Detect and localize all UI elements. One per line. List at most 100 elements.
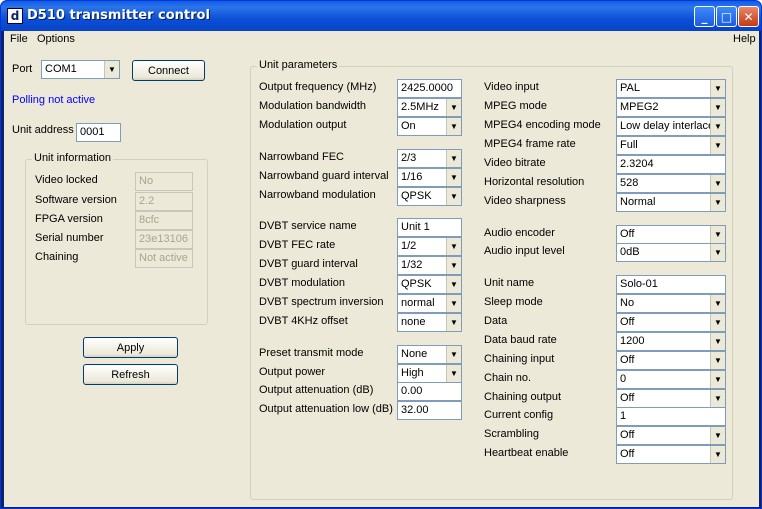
dropdown-dvbt-modulation[interactable]: QPSK ▼: [397, 275, 462, 294]
chevron-down-icon: ▼: [710, 194, 725, 211]
param-label-unit-name: Unit name: [484, 277, 535, 289]
chevron-down-icon: ▼: [446, 118, 461, 135]
param-label-audio-input-level: Audio input level: [484, 245, 565, 257]
param-label-modulation-output: Modulation output: [259, 119, 347, 131]
dropdown-chaining-output[interactable]: Off ▼: [616, 389, 726, 408]
param-value-video-sharpness: Normal: [620, 196, 656, 208]
refresh-button[interactable]: Refresh: [83, 364, 178, 385]
dropdown-dvbt-fec-rate[interactable]: 1/2 ▼: [397, 237, 462, 256]
chevron-down-icon: ▼: [710, 118, 725, 135]
param-label-dvbt-fec-rate: DVBT FEC rate: [259, 239, 336, 251]
dropdown-mpeg-mode[interactable]: MPEG2 ▼: [616, 98, 726, 117]
dropdown-chain-no[interactable]: 0 ▼: [616, 370, 726, 389]
client-area: File Options Help Port COM1 ▼ Connect Po…: [4, 31, 759, 507]
info-value-serial-number: 23e13106: [135, 230, 193, 249]
param-value-mpeg4-encoding-mode: Low delay interlace: [620, 120, 715, 132]
chevron-down-icon: ▼: [710, 390, 725, 407]
dropdown-modulation-output[interactable]: On ▼: [397, 117, 462, 136]
dropdown-horizontal-resolution[interactable]: 528 ▼: [616, 174, 726, 193]
dropdown-sleep-mode[interactable]: No ▼: [616, 294, 726, 313]
chevron-down-icon: ▼: [710, 371, 725, 388]
dropdown-audio-encoder[interactable]: Off ▼: [616, 225, 726, 244]
param-value-audio-input-level: 0dB: [620, 246, 640, 258]
dropdown-audio-input-level[interactable]: 0dB ▼: [616, 243, 726, 262]
dropdown-output-power[interactable]: High ▼: [397, 364, 462, 383]
param-value-chaining-input: Off: [620, 354, 635, 366]
param-value-audio-encoder: Off: [620, 228, 635, 240]
dropdown-chaining-input[interactable]: Off ▼: [616, 351, 726, 370]
param-value-narrowband-guard-interval: 1/16: [401, 171, 423, 183]
apply-button[interactable]: Apply: [83, 337, 178, 358]
param-value-video-input: PAL: [620, 82, 640, 94]
chevron-down-icon: ▼: [710, 244, 725, 261]
input-video-bitrate[interactable]: 2.3204: [616, 155, 726, 174]
menu-options[interactable]: Options: [37, 33, 75, 45]
unit-information-title: Unit information: [32, 152, 114, 164]
minimize-button[interactable]: _: [694, 6, 715, 27]
input-dvbt-service-name[interactable]: Unit 1: [397, 218, 462, 237]
param-label-chaining-output: Chaining output: [484, 391, 562, 403]
param-label-data-baud-rate: Data baud rate: [484, 334, 557, 346]
param-label-current-config: Current config: [484, 409, 554, 421]
param-value-horizontal-resolution: 528: [620, 177, 639, 189]
unit-parameters-title: Unit parameters: [257, 59, 340, 71]
dropdown-narrowband-guard-interval[interactable]: 1/16 ▼: [397, 168, 462, 187]
param-label-dvbt-service-name: DVBT service name: [259, 220, 357, 232]
dropdown-dvbt-spectrum-inversion[interactable]: normal ▼: [397, 294, 462, 313]
param-value-current-config: 1: [620, 410, 627, 422]
input-current-config[interactable]: 1: [616, 407, 726, 426]
menu-file[interactable]: File: [10, 33, 28, 45]
menu-help[interactable]: Help: [733, 33, 756, 45]
chevron-down-icon: ▼: [446, 238, 461, 255]
port-dropdown[interactable]: COM1 ▼: [41, 60, 120, 79]
input-output-frequency-mhz[interactable]: 2425.0000: [397, 79, 462, 98]
dropdown-data[interactable]: Off ▼: [616, 313, 726, 332]
connect-button[interactable]: Connect: [132, 60, 205, 81]
title-bar[interactable]: d D510 transmitter control _ □ ✕: [1, 1, 761, 31]
param-label-dvbt-guard-interval: DVBT guard interval: [259, 258, 358, 270]
info-label-chaining: Chaining: [35, 251, 79, 263]
input-output-attenuation-db[interactable]: 0.00: [397, 382, 462, 401]
param-value-modulation-bandwidth: 2.5MHz: [401, 101, 439, 113]
chevron-down-icon: ▼: [710, 80, 725, 97]
param-value-mpeg4-frame-rate: Full: [620, 139, 638, 151]
dropdown-video-input[interactable]: PAL ▼: [616, 79, 726, 98]
chevron-down-icon: ▼: [710, 314, 725, 331]
dropdown-video-sharpness[interactable]: Normal ▼: [616, 193, 726, 212]
dropdown-narrowband-fec[interactable]: 2/3 ▼: [397, 149, 462, 168]
param-value-unit-name: Solo-01: [620, 278, 658, 290]
info-value-video-locked: No: [135, 172, 193, 191]
chevron-down-icon: ▼: [446, 257, 461, 274]
dropdown-heartbeat-enable[interactable]: Off ▼: [616, 445, 726, 464]
param-value-video-bitrate: 2.3204: [620, 158, 654, 170]
maximize-button[interactable]: □: [716, 6, 737, 27]
port-value: COM1: [45, 63, 77, 75]
dropdown-modulation-bandwidth[interactable]: 2.5MHz ▼: [397, 98, 462, 117]
dropdown-dvbt-guard-interval[interactable]: 1/32 ▼: [397, 256, 462, 275]
param-value-sleep-mode: No: [620, 297, 635, 309]
dropdown-scrambling[interactable]: Off ▼: [616, 426, 726, 445]
dropdown-mpeg4-frame-rate[interactable]: Full ▼: [616, 136, 726, 155]
param-value-heartbeat-enable: Off: [620, 448, 635, 460]
dropdown-mpeg4-encoding-mode[interactable]: Low delay interlace ▼: [616, 117, 726, 136]
dropdown-dvbt-4khz-offset[interactable]: none ▼: [397, 313, 462, 332]
input-output-attenuation-low-db[interactable]: 32.00: [397, 401, 462, 420]
info-value-software-version: 2.2: [135, 192, 193, 211]
dropdown-narrowband-modulation[interactable]: QPSK ▼: [397, 187, 462, 206]
param-label-video-sharpness: Video sharpness: [484, 195, 566, 207]
chevron-down-icon: ▼: [710, 99, 725, 116]
param-label-mpeg4-encoding-mode: MPEG4 encoding mode: [484, 119, 601, 131]
close-button[interactable]: ✕: [738, 6, 759, 27]
param-label-dvbt-spectrum-inversion: DVBT spectrum inversion: [259, 296, 384, 308]
input-unit-name[interactable]: Solo-01: [616, 275, 726, 294]
unit-address-input[interactable]: 0001: [76, 123, 121, 142]
info-label-serial-number: Serial number: [35, 232, 104, 244]
chevron-down-icon: ▼: [446, 314, 461, 331]
minimize-icon: _: [701, 9, 708, 24]
dropdown-data-baud-rate[interactable]: 1200 ▼: [616, 332, 726, 351]
chevron-down-icon: ▼: [710, 175, 725, 192]
param-label-video-bitrate: Video bitrate: [484, 157, 546, 169]
param-label-output-frequency-mhz: Output frequency (MHz): [259, 81, 377, 93]
dropdown-preset-transmit-mode[interactable]: None ▼: [397, 345, 462, 364]
param-value-preset-transmit-mode: None: [401, 348, 428, 360]
